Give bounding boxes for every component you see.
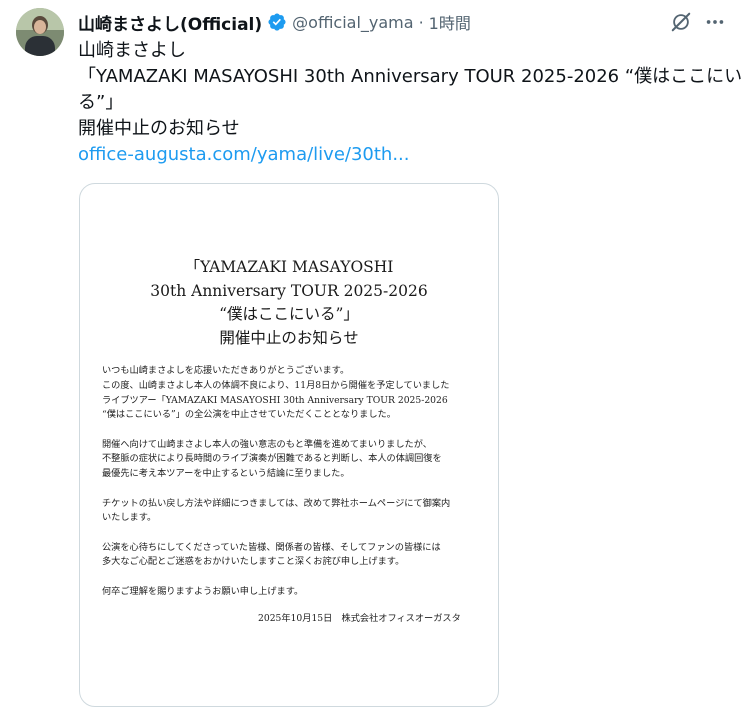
avatar-figure-face bbox=[34, 20, 46, 34]
document-line: 公演を心待ちにしてくださっていた皆様、関係者の皆様、そしてファンの皆様には bbox=[102, 541, 441, 553]
document-paragraph: チケットの払い戻し方法や詳細につきましては、改めて弊社ホームページにて御案内 い… bbox=[102, 497, 482, 527]
avatar-figure-body bbox=[25, 36, 55, 56]
tweet-link[interactable]: office-augusta.com/yama/live/30th... bbox=[78, 142, 718, 168]
verified-badge-icon bbox=[268, 13, 286, 31]
document-title-line: 「YAMAZAKI MASAYOSHI bbox=[184, 258, 394, 276]
document-line: 多大なご心配とご迷惑をおかけいたしますこと深くお詫び申し上げます。 bbox=[102, 556, 405, 568]
document-body: いつも山崎まさよしを応援いただきありがとうございます。 この度、山崎まさよし本人… bbox=[102, 364, 482, 614]
document-line: チケットの払い戻し方法や詳細につきましては、改めて弊社ホームページにて御案内 bbox=[102, 497, 451, 509]
more-options-icon[interactable] bbox=[704, 11, 726, 33]
document-line: いつも山崎まさよしを応援いただきありがとうございます。 bbox=[102, 365, 350, 376]
document-title: 「YAMAZAKI MASAYOSHI 30th Anniversary TOU… bbox=[80, 256, 498, 350]
document-paragraph: 開催へ向けて山崎まさよし本人の強い意志のもと準備を進めてまいりましたが、 不整脈… bbox=[102, 438, 482, 482]
grok-icon[interactable] bbox=[670, 11, 692, 33]
tweet-text-line: 開催中止のお知らせ bbox=[78, 118, 240, 139]
document-line: “僕はここにいる”」の全公演を中止させていただくこととなりました。 bbox=[102, 409, 396, 421]
document-line: 開催へ向けて山崎まさよし本人の強い意志のもと準備を進めてまいりましたが、 bbox=[102, 438, 432, 450]
document-paragraph: 公演を心待ちにしてくださっていた皆様、関係者の皆様、そしてファンの皆様には 多大… bbox=[102, 541, 482, 571]
document-line: 何卒ご理解を賜りますようお願い申し上げます。 bbox=[102, 585, 304, 597]
document-line: 最優先に考え本ツアーを中止するという結論に至りました。 bbox=[102, 468, 350, 480]
document-title-line: 開催中止のお知らせ bbox=[219, 328, 359, 347]
tweet-text: 山崎まさよし 「YAMAZAKI MASAYOSHI 30th Annivers… bbox=[78, 38, 742, 168]
tweet-text-line: 山崎まさよし bbox=[78, 40, 186, 61]
document-line: 不整脈の症状により長時間のライブ演奏が困難であると判断し、本人の体調回復を bbox=[102, 453, 442, 465]
author-name[interactable]: 山崎まさよし(Official) bbox=[78, 10, 262, 35]
document-line: いたします。 bbox=[102, 512, 157, 524]
document-signature: 2025年10月15日 株式会社オフィスオーガスタ bbox=[258, 613, 461, 624]
document-paragraph: いつも山崎まさよしを応援いただきありがとうございます。 この度、山崎まさよし本人… bbox=[102, 364, 482, 423]
tweet-header: 山崎まさよし(Official) @official_yama · 1時間 bbox=[78, 10, 471, 35]
document-title-line: “僕はここにいる”」 bbox=[219, 305, 359, 323]
document-paragraph: 何卒ご理解を賜りますようお願い申し上げます。 bbox=[102, 585, 482, 600]
timestamp[interactable]: 1時間 bbox=[429, 10, 471, 34]
document-line: この度、山崎まさよし本人の体調不良により、11月8日から開催を予定していました bbox=[102, 379, 450, 391]
tweet-text-line: 「YAMAZAKI MASAYOSHI 30th Anniversary TOU… bbox=[78, 66, 742, 87]
separator-dot: · bbox=[418, 12, 424, 32]
document-title-line: 30th Anniversary TOUR 2025-2026 bbox=[150, 281, 428, 300]
tweet-text-line: る”」 bbox=[78, 92, 124, 113]
document-line: ライブツアー「YAMAZAKI MASAYOSHI 30th Anniversa… bbox=[102, 394, 448, 406]
avatar[interactable] bbox=[16, 8, 64, 56]
author-handle[interactable]: @official_yama bbox=[292, 13, 413, 32]
attached-image-card[interactable]: 「YAMAZAKI MASAYOSHI 30th Anniversary TOU… bbox=[79, 183, 499, 707]
